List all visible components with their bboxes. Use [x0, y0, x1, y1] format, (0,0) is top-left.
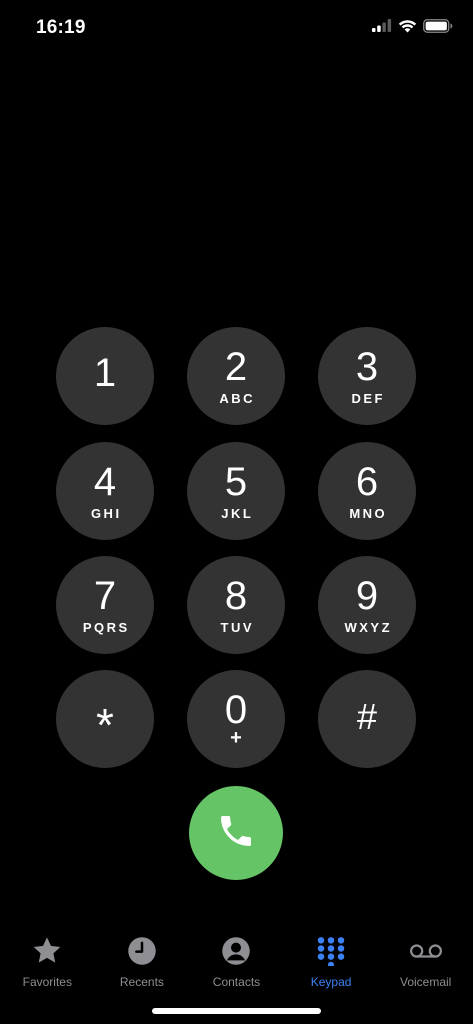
- tab-voicemail[interactable]: Voicemail: [378, 928, 473, 998]
- key-3[interactable]: 3 DEF: [318, 327, 416, 425]
- key-digit: 4: [93, 459, 117, 504]
- key-letters: DEF: [351, 390, 385, 406]
- key-letters: ABC: [219, 390, 256, 406]
- key-2[interactable]: 2 ABC: [187, 327, 285, 425]
- key-letters: MNO: [349, 505, 388, 521]
- tab-bar: Favorites Recents Contacts Keypad Voicem…: [0, 928, 473, 998]
- key-4[interactable]: 4 GHI: [56, 442, 154, 540]
- key-star[interactable]: *: [56, 670, 154, 768]
- keypad-grid-icon: [314, 934, 348, 968]
- key-letters: GHI: [90, 505, 122, 521]
- key-7[interactable]: 7 PQRS: [56, 556, 154, 654]
- tab-label: Voicemail: [399, 975, 452, 989]
- keypad: 1 2 ABC 3 DEF 4 GHI 5 JKL 6 MNO 7 PQRS 8…: [0, 0, 473, 900]
- tab-keypad[interactable]: Keypad: [284, 928, 379, 998]
- key-digit: 1: [93, 351, 117, 395]
- key-digit: 8: [224, 573, 248, 618]
- key-1[interactable]: 1: [56, 327, 154, 425]
- key-9[interactable]: 9 WXYZ: [318, 556, 416, 654]
- key-digit: 6: [355, 459, 379, 504]
- key-digit: 0: [224, 688, 248, 732]
- person-icon: [219, 934, 253, 968]
- key-0[interactable]: 0 +: [187, 670, 285, 768]
- call-button[interactable]: [189, 786, 283, 880]
- clock-icon: [125, 934, 159, 968]
- key-6[interactable]: 6 MNO: [318, 442, 416, 540]
- star-icon: [30, 934, 64, 968]
- key-digit: #: [356, 696, 378, 737]
- tab-contacts[interactable]: Contacts: [189, 928, 284, 998]
- key-digit: 5: [224, 459, 248, 504]
- voicemail-icon: [409, 934, 443, 968]
- tab-label: Contacts: [212, 975, 261, 989]
- key-letters: TUV: [220, 619, 254, 635]
- phone-icon: [216, 811, 256, 856]
- tab-label: Recents: [119, 975, 164, 989]
- tab-recents[interactable]: Recents: [95, 928, 190, 998]
- tab-label: Keypad: [310, 975, 352, 989]
- key-digit: 7: [93, 573, 117, 618]
- key-digit: 2: [224, 344, 248, 389]
- home-indicator[interactable]: [152, 1008, 321, 1014]
- key-letters: JKL: [221, 505, 254, 521]
- key-digit: 9: [355, 573, 379, 618]
- key-5[interactable]: 5 JKL: [187, 442, 285, 540]
- key-digit: 3: [355, 344, 379, 389]
- key-digit: *: [96, 699, 114, 751]
- key-hash[interactable]: #: [318, 670, 416, 768]
- key-letters: +: [230, 727, 242, 749]
- key-letters: PQRS: [82, 619, 130, 635]
- key-8[interactable]: 8 TUV: [187, 556, 285, 654]
- key-letters: WXYZ: [344, 619, 393, 635]
- tab-favorites[interactable]: Favorites: [0, 928, 95, 998]
- tab-label: Favorites: [22, 975, 72, 989]
